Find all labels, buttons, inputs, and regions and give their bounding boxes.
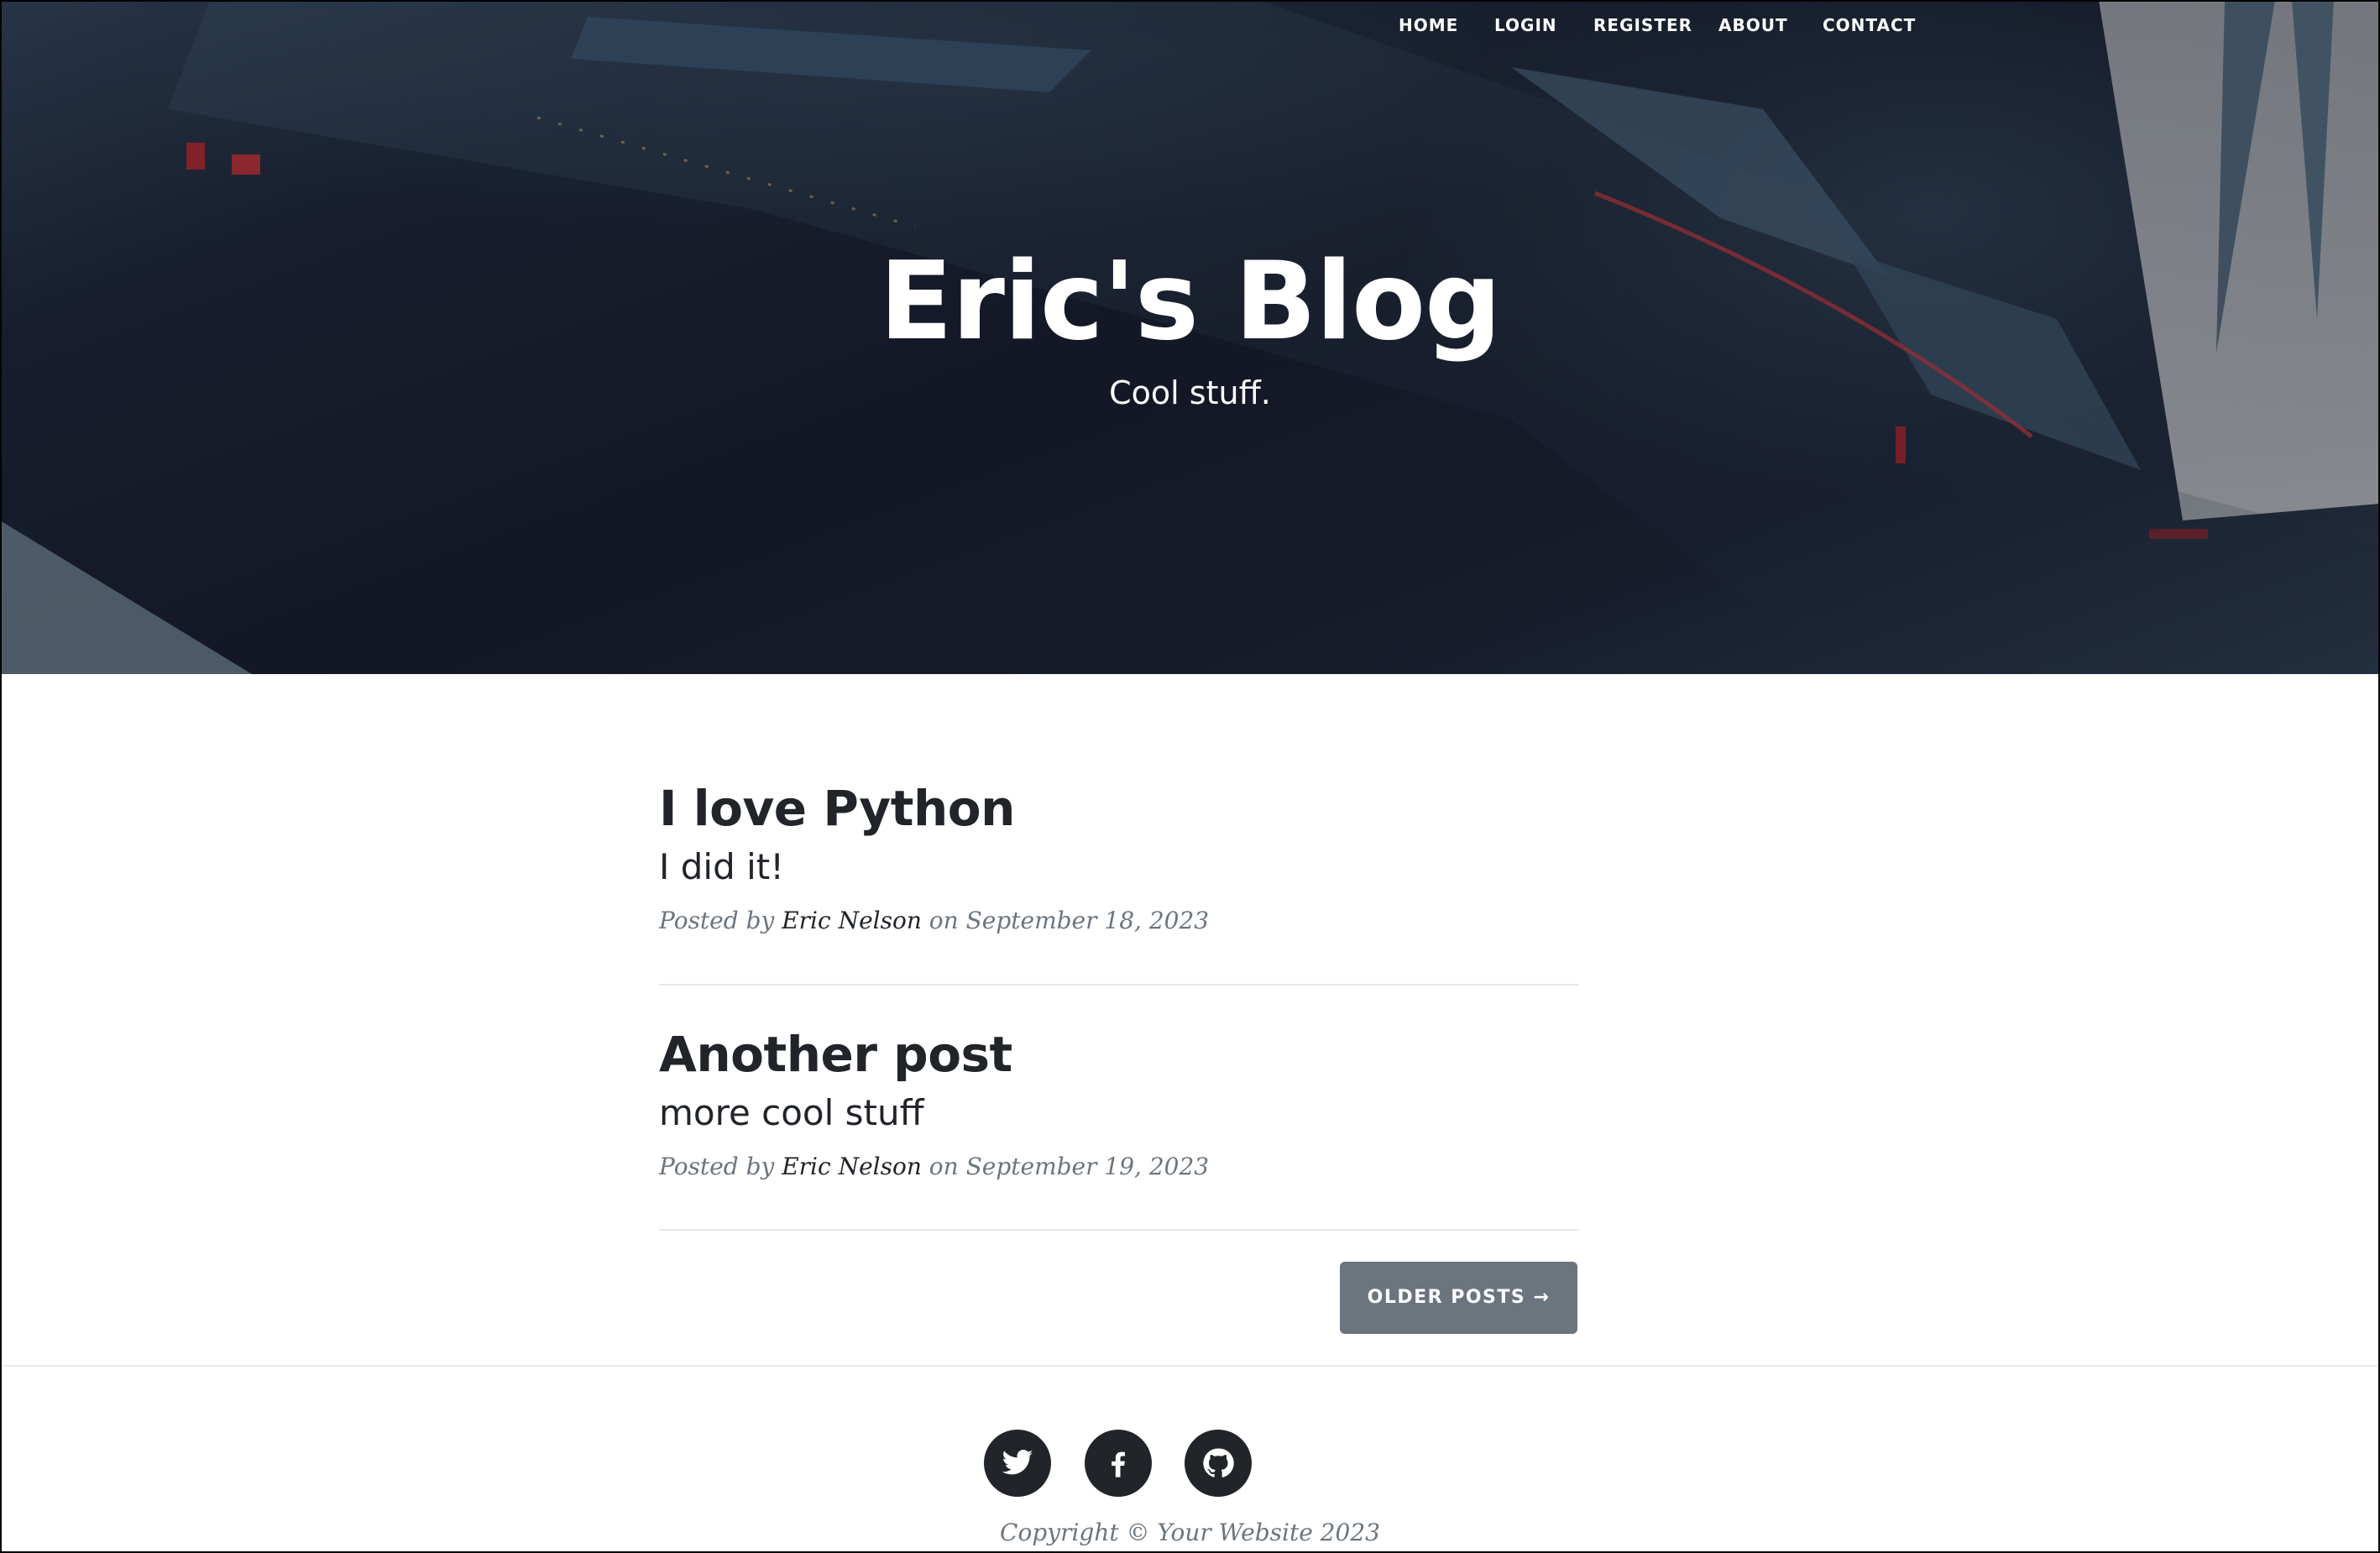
- site-subtitle: Cool stuff.: [1109, 374, 1271, 411]
- facebook-icon: [1112, 1451, 1125, 1477]
- post-author-link[interactable]: Eric Nelson: [782, 1153, 922, 1180]
- post-subtitle[interactable]: I did it!: [659, 842, 1579, 892]
- nav-about-link[interactable]: ABOUT: [1718, 13, 1788, 37]
- post-meta-date: on September 18, 2023: [928, 907, 1210, 934]
- post-divider: [659, 984, 1579, 986]
- post-meta: Posted by Eric Nelson on September 18, 2…: [659, 902, 1579, 939]
- post-meta-date: on September 19, 2023: [928, 1153, 1210, 1180]
- copyright-text: Copyright © Your Website 2023: [1000, 1519, 1380, 1546]
- post-preview[interactable]: Another post more cool stuff Posted by E…: [659, 1021, 1579, 1185]
- masthead-hero: HOME LOGIN REGISTER ABOUT CONTACT Eric's…: [0, 0, 2380, 674]
- nav-contact-link[interactable]: CONTACT: [1823, 13, 1916, 37]
- top-navbar: HOME LOGIN REGISTER ABOUT CONTACT: [0, 0, 2380, 50]
- nav-home-link[interactable]: HOME: [1399, 13, 1458, 37]
- site-title: Eric's Blog: [879, 239, 1501, 364]
- post-title[interactable]: I love Python: [659, 775, 1579, 842]
- post-divider: [659, 1229, 1579, 1231]
- twitter-link[interactable]: [984, 1430, 1051, 1497]
- post-meta: Posted by Eric Nelson on September 19, 2…: [659, 1148, 1579, 1185]
- post-meta-prefix: Posted by: [659, 907, 775, 934]
- nav-login-link[interactable]: LOGIN: [1494, 13, 1557, 37]
- post-author-link[interactable]: Eric Nelson: [782, 907, 922, 934]
- facebook-link[interactable]: [1085, 1430, 1152, 1497]
- post-preview[interactable]: I love Python I did it! Posted by Eric N…: [659, 775, 1579, 939]
- older-posts-button[interactable]: OLDER POSTS →: [1340, 1262, 1577, 1334]
- post-subtitle[interactable]: more cool stuff: [659, 1088, 1579, 1138]
- github-icon: [1203, 1448, 1234, 1477]
- post-title[interactable]: Another post: [659, 1021, 1579, 1088]
- github-link[interactable]: [1185, 1430, 1252, 1497]
- twitter-icon: [1002, 1450, 1033, 1475]
- post-meta-prefix: Posted by: [659, 1153, 775, 1180]
- footer-divider: [0, 1365, 2380, 1367]
- nav-register-link[interactable]: REGISTER: [1593, 13, 1692, 37]
